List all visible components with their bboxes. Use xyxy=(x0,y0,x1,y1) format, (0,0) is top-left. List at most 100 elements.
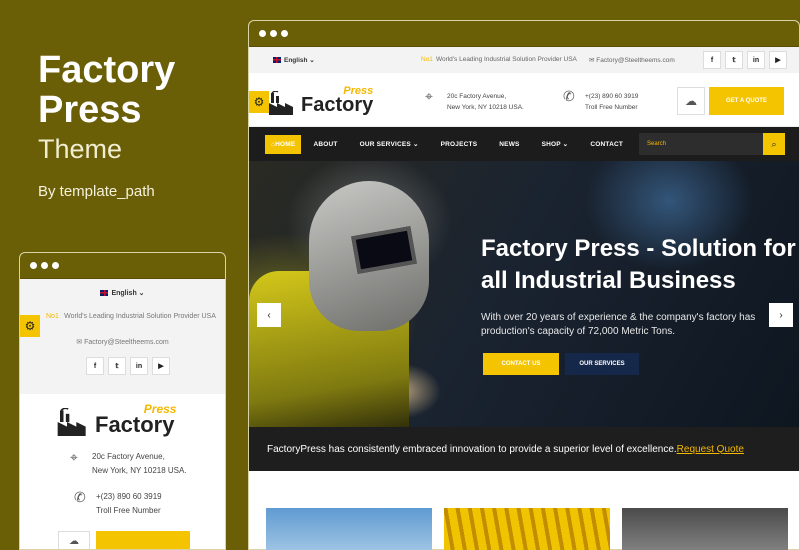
wind-turbines-thumbnail[interactable] xyxy=(266,508,432,550)
tagline-text: World's Leading Industrial Solution Prov… xyxy=(64,313,216,320)
nav-item-home[interactable]: ⌂HOME xyxy=(265,134,302,154)
promo-byline: By template_path xyxy=(38,183,155,200)
email-text: Factory@Steeltheems.com xyxy=(84,339,169,346)
twitter-icon[interactable]: 𝕥 xyxy=(725,51,743,69)
nav-item-services[interactable]: OUR SERVICES ⌄ xyxy=(360,140,419,148)
language-label: English xyxy=(284,57,308,64)
nav-label: HOME xyxy=(275,140,296,148)
phone-icon: ✆ xyxy=(563,88,575,104)
nav-item-contact[interactable]: CONTACT xyxy=(590,141,623,148)
workers-gears-thumbnail[interactable] xyxy=(622,508,788,550)
facebook-icon[interactable]: f xyxy=(86,357,104,375)
phone-info: ✆ +(23) 890 60 3919 Troll Free Number xyxy=(74,490,162,518)
email-info[interactable]: ✉ Factory@Steeltheems.com xyxy=(20,338,225,346)
logo-factory-text: Factory xyxy=(301,94,374,116)
youtube-icon[interactable]: ▶ xyxy=(769,51,787,69)
linkedin-icon[interactable]: in xyxy=(130,357,148,375)
twitter-icon[interactable]: 𝕥 xyxy=(108,357,126,375)
promo-subtitle: Theme xyxy=(38,134,123,164)
window-dot xyxy=(259,30,266,37)
nav-item-about[interactable]: ABOUT xyxy=(313,141,337,148)
nav-item-projects[interactable]: PROJECTS xyxy=(441,141,478,148)
uk-flag-icon xyxy=(273,57,281,63)
linkedin-icon[interactable]: in xyxy=(747,51,765,69)
youtube-icon[interactable]: ▶ xyxy=(152,357,170,375)
email-info[interactable]: ✉ Factory@Steeltheems.com xyxy=(589,56,675,64)
site-header: ⚙ Factory Press ⌖ 20c Factory Avenue, Ne… xyxy=(249,73,799,127)
site-logo[interactable]: Factory Press xyxy=(269,85,374,116)
project-thumbnails xyxy=(266,508,800,550)
phone-number: +(23) 890 60 3919 xyxy=(585,93,639,100)
promo-title-line1: Factory xyxy=(38,49,176,91)
arrow-left-icon[interactable]: ‹ xyxy=(257,303,281,327)
chevron-down-icon: ⌄ xyxy=(138,290,145,297)
cloud-icon[interactable]: ☁ xyxy=(677,87,705,115)
arrow-right-icon[interactable]: › xyxy=(769,303,793,327)
window-dot xyxy=(30,262,37,269)
address-line2: New York, NY 10218 USA. xyxy=(447,104,524,111)
address-line1: 20c Factory Avenue, xyxy=(92,452,165,461)
tagline-prefix: No1 xyxy=(46,313,59,320)
contact-us-button[interactable]: CONTACT US xyxy=(483,353,559,375)
factory-icon xyxy=(57,408,86,436)
logo-press-text: Press xyxy=(143,402,177,416)
cta-banner: FactoryPress has consistently embraced i… xyxy=(249,427,799,471)
gear-icon[interactable]: ⚙ xyxy=(249,91,269,113)
chevron-down-icon: ⌄ xyxy=(309,57,315,64)
hero-title: Factory Press - Solution for all Industr… xyxy=(481,235,796,294)
hero-slider: Factory Press - Solution for all Industr… xyxy=(249,161,799,427)
cloud-icon[interactable]: ☁ xyxy=(58,531,90,549)
gear-icon[interactable]: ⚙ xyxy=(20,315,40,337)
desktop-preview-window: English ⌄ No1 World's Leading Industrial … xyxy=(248,20,800,550)
factory-icon xyxy=(269,91,293,115)
mail-icon: ✉ xyxy=(589,57,595,64)
main-nav: ⌂HOME ABOUT OUR SERVICES ⌄ PROJECTS NEWS… xyxy=(249,127,799,161)
banner-text: FactoryPress has consistently embraced i… xyxy=(267,443,677,455)
mail-icon: ✉ xyxy=(76,339,83,346)
tagline: No1 World's Leading Industrial Solution P… xyxy=(46,310,220,323)
window-dot xyxy=(281,30,288,37)
nav-item-shop[interactable]: SHOP ⌄ xyxy=(542,140,569,148)
site-logo[interactable]: Factory Press xyxy=(57,402,176,436)
location-icon: ⌖ xyxy=(70,449,78,465)
window-dot xyxy=(52,262,59,269)
promo-block: Factory Press Theme By template_path xyxy=(38,50,175,200)
mobile-top-strip: English ⌄ ⚙ No1 World's Leading Industria… xyxy=(20,279,225,394)
language-selector[interactable]: English ⌄ xyxy=(273,56,315,64)
social-links: f 𝕥 in ▶ xyxy=(703,51,787,69)
logo-press-text: Press xyxy=(343,85,374,97)
mobile-header: Factory Press ⌖ 20c Factory Avenue, New … xyxy=(20,394,225,549)
facebook-icon[interactable]: f xyxy=(703,51,721,69)
nav-item-news[interactable]: NEWS xyxy=(499,141,519,148)
window-titlebar xyxy=(20,253,225,279)
window-dot xyxy=(41,262,48,269)
address-line1: 20c Factory Avenue, xyxy=(447,93,507,100)
language-label: English xyxy=(111,290,137,297)
mobile-preview-window: English ⌄ ⚙ No1 World's Leading Industria… xyxy=(19,252,226,550)
social-links: f 𝕥 in ▶ xyxy=(86,357,170,375)
language-selector[interactable]: English ⌄ xyxy=(20,289,225,297)
request-quote-link[interactable]: Request Quote xyxy=(677,444,744,455)
hero-text: With over 20 years of experience & the c… xyxy=(481,312,756,337)
email-text: Factory@Steeltheems.com xyxy=(596,57,675,64)
address-info: ⌖ 20c Factory Avenue, New York, NY 10218… xyxy=(425,89,524,113)
address-info: ⌖ 20c Factory Avenue, New York, NY 10218… xyxy=(70,450,187,478)
get-quote-button[interactable]: GET A QUOTE xyxy=(709,87,784,115)
address-line2: New York, NY 10218 USA. xyxy=(92,466,187,475)
search-input[interactable]: Search xyxy=(639,133,763,155)
phone-label: Troll Free Number xyxy=(96,506,161,515)
window-dot xyxy=(270,30,277,37)
location-icon: ⌖ xyxy=(425,88,433,104)
tagline: No1 World's Leading Industrial Solution P… xyxy=(421,56,577,63)
our-services-button[interactable]: OUR SERVICES xyxy=(565,353,639,375)
phone-icon: ✆ xyxy=(74,489,86,505)
top-info-strip: English ⌄ No1 World's Leading Industrial … xyxy=(249,47,799,73)
uk-flag-icon xyxy=(100,290,109,296)
tagline-prefix: No1 xyxy=(421,56,433,63)
phone-label: Troll Free Number xyxy=(585,104,638,111)
get-quote-button[interactable] xyxy=(96,531,190,549)
promo-title-line2: Press xyxy=(38,89,142,131)
yellow-machinery-thumbnail[interactable] xyxy=(444,508,610,550)
search-icon[interactable]: ⌕ xyxy=(763,133,785,155)
tagline-text: World's Leading Industrial Solution Prov… xyxy=(435,56,577,63)
